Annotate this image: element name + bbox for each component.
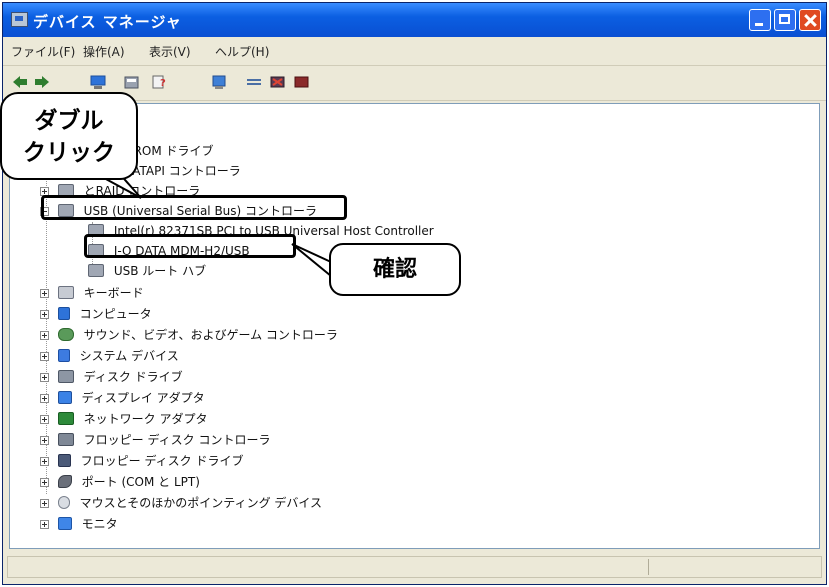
maximize-button[interactable] bbox=[774, 9, 796, 31]
system-icon bbox=[57, 349, 70, 362]
display-label: ディスプレイ アダプタ bbox=[81, 391, 205, 405]
close-button[interactable] bbox=[799, 9, 821, 31]
computer-label: コンピュータ bbox=[79, 307, 152, 321]
disable-icon[interactable] bbox=[269, 74, 287, 90]
computer-icon bbox=[57, 307, 70, 320]
tree-node-computer[interactable]: コンピュータ bbox=[40, 305, 152, 323]
display-icon bbox=[57, 391, 72, 404]
tree-node-floppy-controller[interactable]: フロッピー ディスク コントローラ bbox=[40, 431, 270, 449]
ide-label: A/ATAPI コントローラ bbox=[120, 164, 241, 178]
uninstall-icon[interactable] bbox=[293, 74, 311, 90]
tree-node-ports[interactable]: ポート (COM と LPT) bbox=[40, 473, 200, 491]
svg-text:?: ? bbox=[160, 78, 166, 89]
tree-node-monitor[interactable]: モニタ bbox=[40, 515, 118, 533]
menu-view[interactable]: 表示(V) bbox=[149, 43, 191, 60]
forward-icon[interactable] bbox=[33, 74, 51, 90]
menu-action[interactable]: 操作(A) bbox=[83, 43, 125, 60]
system-label: システム デバイス bbox=[79, 349, 179, 363]
tree-node-network[interactable]: ネットワーク アダプタ bbox=[40, 410, 207, 428]
tree-node-mouse[interactable]: マウスとそのほかのポインティング デバイス bbox=[40, 494, 322, 512]
highlight-iodata-modem bbox=[84, 234, 296, 258]
network-icon bbox=[57, 412, 74, 425]
port-icon bbox=[57, 475, 72, 488]
expand-icon[interactable] bbox=[40, 499, 49, 508]
sound-label: サウンド、ビデオ、およびゲーム コントローラ bbox=[83, 328, 338, 342]
update-icon[interactable] bbox=[245, 74, 263, 90]
menu-file[interactable]: ファイル(F) bbox=[11, 43, 75, 60]
expand-icon[interactable] bbox=[40, 478, 49, 487]
double-click-callout: ダブル クリック bbox=[0, 92, 138, 180]
keyboard-icon bbox=[57, 286, 74, 299]
keyboard-label: キーボード bbox=[83, 286, 144, 300]
sound-icon bbox=[57, 328, 74, 341]
floppy-drive-icon bbox=[57, 454, 71, 467]
scan-icon[interactable] bbox=[211, 74, 229, 90]
print-icon[interactable] bbox=[123, 74, 141, 90]
expand-icon[interactable] bbox=[40, 373, 49, 382]
mouse-icon bbox=[57, 496, 70, 509]
tree-node-system[interactable]: システム デバイス bbox=[40, 347, 179, 365]
tree-node-keyboard[interactable]: キーボード bbox=[40, 284, 144, 302]
tree-node-disk[interactable]: ディスク ドライブ bbox=[40, 368, 183, 386]
expand-icon[interactable] bbox=[40, 436, 49, 445]
tree-node-ide[interactable]: A/ATAPI コントローラ bbox=[120, 162, 241, 180]
floppy-controller-label: フロッピー ディスク コントローラ bbox=[83, 433, 271, 447]
computer-icon[interactable] bbox=[89, 74, 107, 90]
status-bar bbox=[7, 556, 822, 578]
mouse-label: マウスとそのほかのポインティング デバイス bbox=[79, 496, 323, 510]
tree-node-display[interactable]: ディスプレイ アダプタ bbox=[40, 389, 205, 407]
back-icon[interactable] bbox=[11, 74, 29, 90]
status-divider bbox=[648, 559, 649, 575]
tree-node-usb-root-hub[interactable]: USB ルート ハブ bbox=[88, 262, 206, 280]
network-label: ネットワーク アダプタ bbox=[83, 412, 208, 426]
monitor-icon bbox=[57, 517, 72, 530]
expand-icon[interactable] bbox=[40, 331, 49, 340]
callout-line-1: ダブル bbox=[34, 108, 104, 134]
expand-icon[interactable] bbox=[40, 415, 49, 424]
monitor-label: モニタ bbox=[81, 517, 118, 531]
expand-icon[interactable] bbox=[40, 310, 49, 319]
expand-icon[interactable] bbox=[40, 289, 49, 298]
device-manager-icon bbox=[11, 12, 28, 27]
tree-node-sound[interactable]: サウンド、ビデオ、およびゲーム コントローラ bbox=[40, 326, 338, 344]
ports-label: ポート (COM と LPT) bbox=[81, 475, 200, 489]
minimize-button[interactable] bbox=[749, 9, 771, 31]
tree-node-floppy-drive[interactable]: フロッピー ディスク ドライブ bbox=[40, 452, 243, 470]
usb-root-hub-label: USB ルート ハブ bbox=[113, 264, 207, 278]
expand-icon[interactable] bbox=[40, 352, 49, 361]
help-icon[interactable]: ? bbox=[151, 74, 169, 90]
window-title: デバイス マネージャ bbox=[33, 13, 182, 31]
disk-icon bbox=[57, 370, 74, 383]
floppy-drive-label: フロッピー ディスク ドライブ bbox=[80, 454, 244, 468]
usb-icon bbox=[88, 264, 104, 277]
disk-label: ディスク ドライブ bbox=[83, 370, 183, 384]
title-bar[interactable]: デバイス マネージャ bbox=[3, 3, 826, 37]
highlight-usb-controllers bbox=[41, 195, 347, 220]
callout-line-2: クリック bbox=[23, 140, 115, 166]
menu-bar: ファイル(F) 操作(A) 表示(V) ヘルプ(H) bbox=[3, 37, 826, 66]
expand-icon[interactable] bbox=[40, 394, 49, 403]
confirm-callout: 確認 bbox=[329, 243, 461, 296]
expand-icon[interactable] bbox=[40, 457, 49, 466]
floppy-controller-icon bbox=[57, 433, 74, 446]
menu-help[interactable]: ヘルプ(H) bbox=[215, 43, 269, 60]
expand-icon[interactable] bbox=[40, 520, 49, 529]
